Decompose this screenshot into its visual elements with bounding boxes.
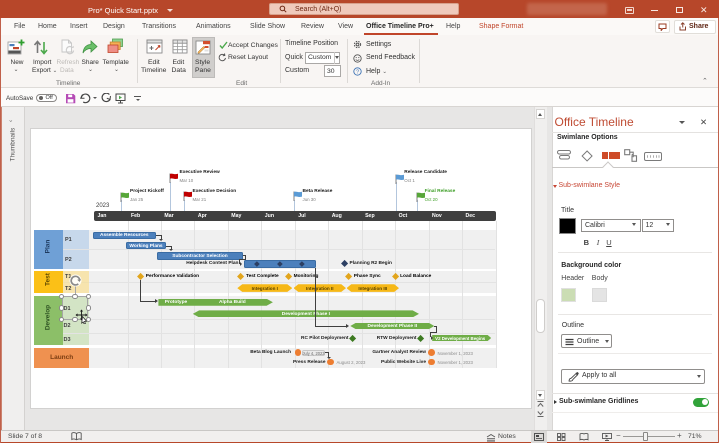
svg-text:?: ? [356,70,359,76]
